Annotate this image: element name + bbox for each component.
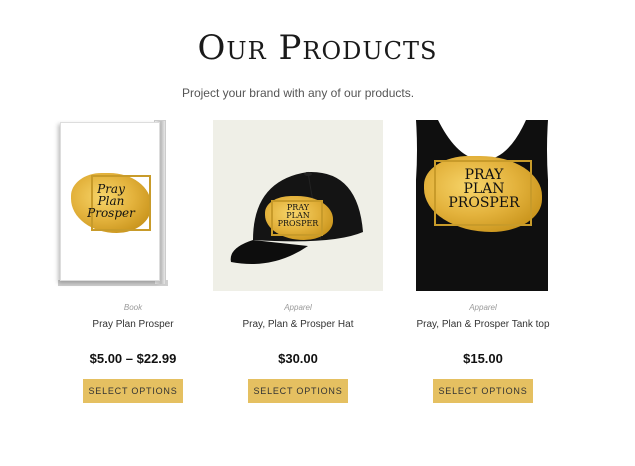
product-card: Pray Plan Prosper Book Pray Plan Prosper… [48,120,218,403]
product-price: $5.00 – $22.99 [89,351,177,366]
page-title: Our Products [197,28,438,68]
product-image[interactable]: PRAY PLAN PROSPER [398,120,568,291]
book-icon: Pray Plan Prosper [60,122,160,281]
artwork-line: PROSPER [448,195,520,211]
product-name[interactable]: Pray, Plan & Prosper Tank top [398,319,568,333]
artwork-text: Pray Plan Prosper [79,183,143,219]
select-options-button[interactable]: Select options [433,379,533,403]
product-image[interactable]: PRAY PLAN PROSPER [213,120,383,291]
select-options-button[interactable]: Select options [83,379,183,403]
product-name[interactable]: Pray Plan Prosper [48,319,218,333]
product-price: $30.00 [278,351,318,366]
product-category: Book [123,303,143,312]
product-name[interactable]: Pray, Plan & Prosper Hat [213,319,383,333]
product-image[interactable]: Pray Plan Prosper [48,120,218,291]
artwork-text: PRAY PLAN PROSPER [434,168,534,210]
artwork-line: PROSPER [277,219,319,228]
product-card: PRAY PLAN PROSPER Apparel Pray, Plan & P… [398,120,568,403]
product-card: PRAY PLAN PROSPER Apparel Pray, Plan & P… [213,120,383,403]
artwork-line: Prosper [87,206,135,220]
artwork-text: PRAY PLAN PROSPER [269,204,327,228]
product-category: Apparel [284,303,312,312]
artwork-line: PLAN [463,181,505,197]
artwork-line: PRAY [464,167,504,183]
product-category: Apparel [469,303,497,312]
select-options-button[interactable]: Select options [248,379,348,403]
product-price: $15.00 [463,351,503,366]
page-subtitle: Project your brand with any of our produ… [181,86,415,100]
